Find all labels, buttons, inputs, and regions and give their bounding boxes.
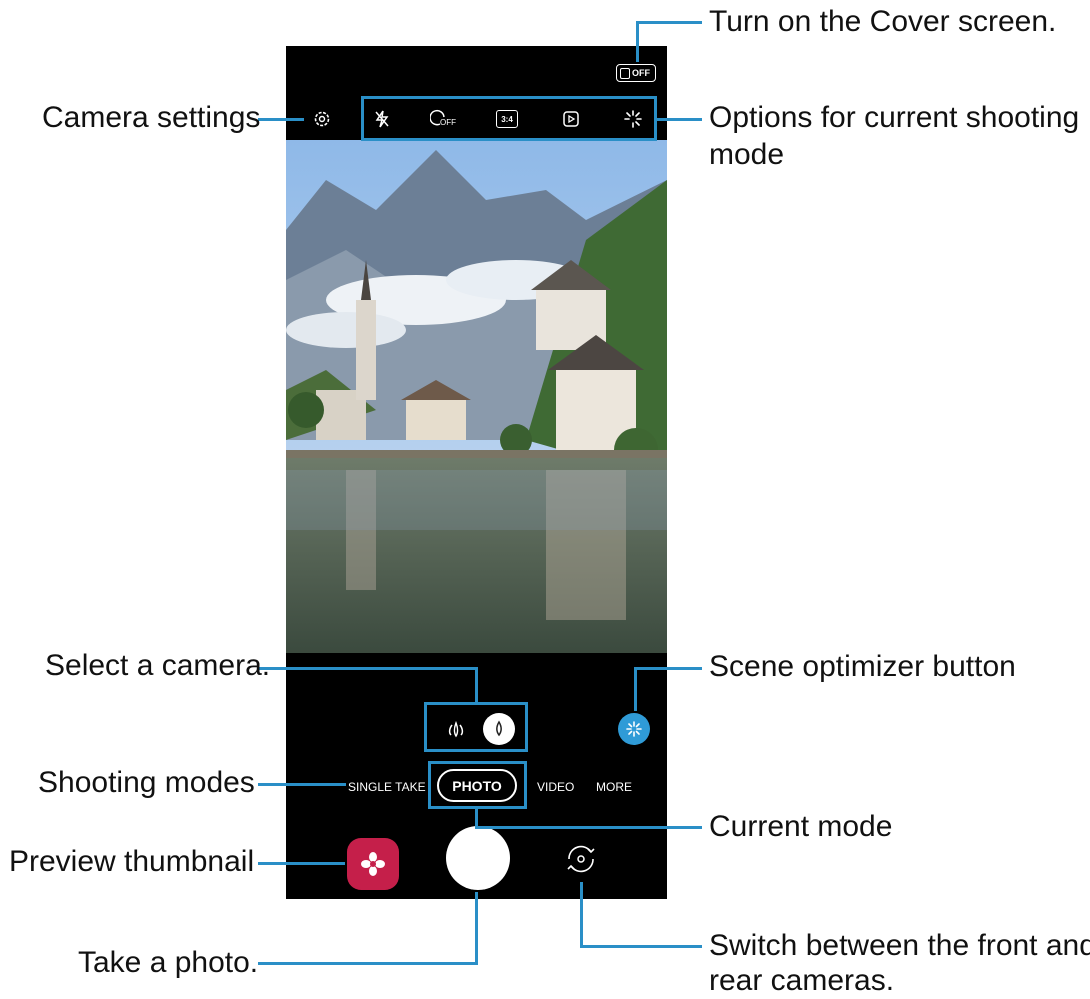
label-camera-settings: Camera settings [42, 101, 261, 134]
scene-callout-line [634, 667, 702, 670]
cover-callout-line [636, 21, 639, 62]
options-toolbar-highlight [361, 96, 657, 141]
gallery-thumbnail-icon [361, 852, 385, 876]
current-mode-callout-h [475, 826, 702, 829]
preview-thumbnail[interactable] [347, 838, 399, 890]
label-switch-line2: rear cameras. [709, 964, 895, 997]
lens-selector-highlight [424, 702, 528, 752]
label-take-photo: Take a photo. [78, 946, 259, 979]
label-options-line1: Options for current shooting [709, 101, 1080, 134]
cover-screen-icon [620, 67, 630, 79]
select-camera-callout-v [475, 667, 478, 703]
options-callout-line [657, 118, 702, 121]
switch-callout-v [580, 882, 583, 948]
switch-camera-icon [567, 845, 595, 873]
label-cover-screen: Turn on the Cover screen. [709, 5, 1057, 38]
settings-button[interactable] [307, 104, 337, 134]
viewfinder [286, 140, 667, 653]
switch-callout-h [580, 945, 702, 948]
cover-screen-toggle[interactable]: OFF [616, 64, 656, 82]
take-photo-callout-h [258, 962, 478, 965]
mode-more[interactable]: MORE [596, 780, 632, 794]
take-photo-callout-v [475, 892, 478, 965]
mode-video[interactable]: VIDEO [537, 780, 574, 794]
label-preview-thumbnail: Preview thumbnail [9, 845, 255, 878]
shutter-button[interactable] [446, 826, 510, 890]
label-scene-optimizer: Scene optimizer button [709, 650, 1016, 683]
settings-callout-line [258, 118, 304, 121]
preview-callout-line [258, 862, 345, 865]
cover-callout-line-h [636, 21, 702, 24]
label-select-camera: Select a camera. [45, 649, 271, 682]
cover-toggle-text: OFF [632, 68, 650, 78]
scene-optimizer-button[interactable] [618, 713, 650, 745]
scene-callout-v [634, 667, 637, 711]
label-switch-line1: Switch between the front and [709, 929, 1090, 962]
shooting-modes-callout-line [258, 783, 346, 786]
gear-icon [314, 111, 330, 127]
scene-optimizer-icon [626, 721, 642, 737]
switch-camera-button[interactable] [560, 838, 602, 880]
label-options-line2: mode [709, 138, 785, 171]
select-camera-callout-h [258, 667, 478, 670]
current-mode-highlight [428, 761, 527, 809]
mode-single-take[interactable]: SINGLE TAKE [348, 780, 426, 794]
label-current-mode: Current mode [709, 810, 893, 843]
label-shooting-modes: Shooting modes [38, 766, 255, 799]
